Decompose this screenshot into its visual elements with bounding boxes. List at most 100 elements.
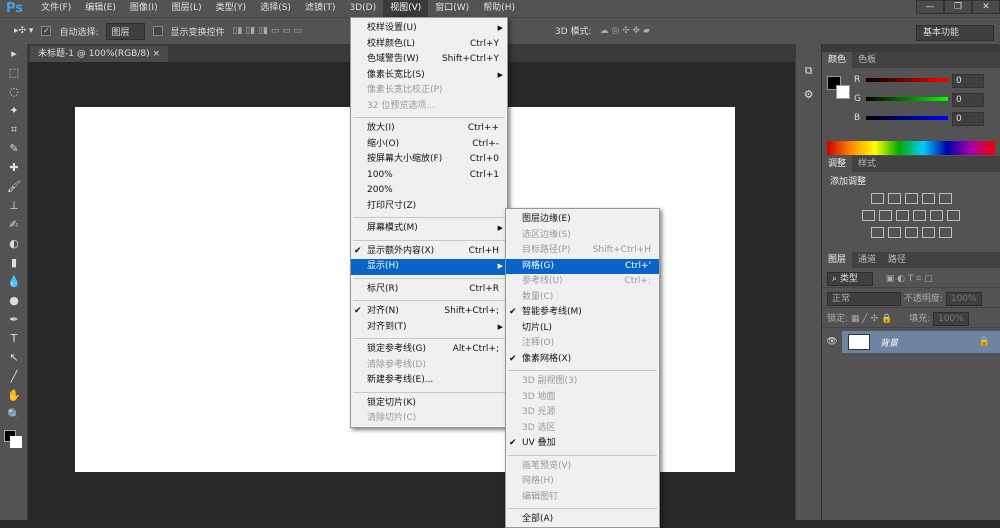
channel-slider[interactable]: [866, 116, 948, 120]
fill-input[interactable]: 100%: [932, 312, 969, 326]
menu-item[interactable]: 100% Ctrl+1: [351, 168, 507, 184]
menu-item[interactable]: ✔ UV 叠加: [506, 436, 659, 452]
menu-1[interactable]: 编辑(E): [78, 0, 123, 17]
tab-paths[interactable]: 路径: [882, 252, 912, 268]
tool-icon-8[interactable]: ⊥: [0, 196, 28, 215]
menu-item[interactable]: ✔ 像素网格(X): [506, 352, 659, 368]
tab-swatches[interactable]: 色板: [852, 52, 882, 68]
menu-item[interactable]: ✔ 智能参考线(M): [506, 305, 659, 321]
menu-item[interactable]: 按屏幕大小缩放(F) Ctrl+0: [351, 152, 507, 168]
menu-item[interactable]: 色域警告(W) Shift+Ctrl+Y: [351, 52, 507, 68]
layer-row-background[interactable]: 👁 背景 🔒: [822, 331, 1000, 353]
menu-3[interactable]: 图层(L): [165, 0, 209, 17]
tab-layers[interactable]: 图层: [822, 252, 853, 268]
menu-item[interactable]: 切片(L): [506, 321, 659, 337]
properties-icon[interactable]: ⚙: [796, 88, 821, 101]
tool-icon-15[interactable]: T: [0, 329, 28, 348]
menu-item[interactable]: ✔ 对齐(N) Shift+Ctrl+;: [351, 304, 507, 320]
menu-item[interactable]: 放大(I) Ctrl++: [351, 121, 507, 137]
history-icon[interactable]: ⧉: [796, 64, 821, 78]
menu-item[interactable]: 显示(H) ▶: [351, 259, 507, 275]
menu-item[interactable]: 屏幕模式(M) ▶: [351, 221, 507, 237]
restore-button[interactable]: ❐: [944, 0, 972, 14]
background-color-swatch[interactable]: [836, 85, 850, 99]
menu-item[interactable]: 锁定切片(K): [351, 396, 507, 412]
channel-slider[interactable]: [866, 97, 948, 101]
adjustment-icons-row1[interactable]: [830, 193, 992, 204]
menu-10[interactable]: 帮助(H): [476, 0, 522, 17]
tool-icon-17[interactable]: ╱: [0, 367, 28, 386]
workspace-dropdown[interactable]: 基本功能: [916, 25, 994, 41]
channel-slider[interactable]: [866, 78, 948, 82]
menu-item[interactable]: 3D 光源: [506, 405, 659, 421]
menu-item[interactable]: 缩小(O) Ctrl+-: [351, 137, 507, 153]
filter-icons[interactable]: ▣ ◐ T ⌗ ▢: [886, 274, 933, 284]
menu-item[interactable]: 校样颜色(L) Ctrl+Y: [351, 37, 507, 53]
menu-item[interactable]: 标尺(R) Ctrl+R: [351, 282, 507, 298]
document-tab[interactable]: 未标题-1 @ 100%(RGB/8) ×: [30, 46, 169, 62]
menu-item[interactable]: 画笔预览(V): [506, 459, 659, 475]
menu-item[interactable]: 像素长宽比校正(P): [351, 83, 507, 99]
lock-icons[interactable]: ▦ ╱ ✣ 🔒: [851, 314, 892, 324]
tab-adjustments[interactable]: 调整: [822, 156, 853, 172]
opacity-input[interactable]: 100%: [945, 292, 982, 306]
menu-item[interactable]: 数量(C): [506, 290, 659, 306]
tool-icon-2[interactable]: ◌: [0, 82, 28, 101]
menu-item[interactable]: 图层边缘(E): [506, 212, 659, 228]
menu-item[interactable]: 清除参考线(D): [351, 358, 507, 374]
menu-item[interactable]: 200%: [351, 183, 507, 199]
menu-6[interactable]: 滤镜(T): [298, 0, 343, 17]
menu-item[interactable]: 3D 副视图(3): [506, 374, 659, 390]
menu-item[interactable]: 对齐到(T) ▶: [351, 320, 507, 336]
menu-item[interactable]: 目标路径(P) Shift+Ctrl+H: [506, 243, 659, 259]
tool-icon-16[interactable]: ↖: [0, 348, 28, 367]
align-icons[interactable]: ▯▮ ▯▮ ▯▮ ▭ ▭ ▭: [233, 26, 303, 36]
adjustment-icons-row3[interactable]: [830, 227, 992, 238]
menu-item[interactable]: 选区边缘(S): [506, 228, 659, 244]
tool-icon-14[interactable]: ✒: [0, 310, 28, 329]
menu-2[interactable]: 图像(I): [123, 0, 165, 17]
menu-0[interactable]: 文件(F): [34, 0, 78, 17]
menu-4[interactable]: 类型(Y): [209, 0, 254, 17]
tool-icon-5[interactable]: ✎: [0, 139, 28, 158]
channel-value-input[interactable]: 0: [952, 74, 984, 88]
menu-item[interactable]: 像素长宽比(S) ▶: [351, 68, 507, 84]
menu-item[interactable]: 32 位预览选项...: [351, 99, 507, 115]
menu-item[interactable]: 新建参考线(E)...: [351, 373, 507, 389]
blend-mode-dropdown[interactable]: 正常: [827, 292, 902, 306]
tool-icon-1[interactable]: ⬚: [0, 63, 28, 82]
menu-item[interactable]: 3D 地面: [506, 390, 659, 406]
tool-icon-11[interactable]: ▮: [0, 253, 28, 272]
channel-value-input[interactable]: 0: [952, 93, 984, 107]
tool-icon-9[interactable]: ✍: [0, 215, 28, 234]
menu-item[interactable]: 打印尺寸(Z): [351, 199, 507, 215]
tool-icon-0[interactable]: ▸: [0, 44, 28, 63]
tool-icon-10[interactable]: ◐: [0, 234, 28, 253]
menu-item[interactable]: 校样设置(U) ▶: [351, 21, 507, 37]
tool-icon-18[interactable]: ✋: [0, 386, 28, 405]
channel-value-input[interactable]: 0: [952, 112, 984, 126]
tool-icon-13[interactable]: ●: [0, 291, 28, 310]
auto-select-dropdown[interactable]: 图层: [106, 22, 145, 40]
menu-item[interactable]: 网格(H): [506, 474, 659, 490]
menu-5[interactable]: 选择(S): [253, 0, 298, 17]
close-button[interactable]: ✕: [972, 0, 1000, 14]
tab-color[interactable]: 颜色: [822, 52, 853, 68]
color-spectrum-bar[interactable]: [827, 141, 995, 155]
menu-item[interactable]: 注释(O): [506, 336, 659, 352]
tool-icon-6[interactable]: ✚: [0, 158, 28, 177]
tab-channels[interactable]: 通道: [852, 252, 882, 268]
menu-item[interactable]: 编辑图钉: [506, 490, 659, 506]
tool-icon-19[interactable]: 🔍: [0, 405, 28, 424]
menu-item[interactable]: 网格(G) Ctrl+': [506, 258, 659, 274]
minimize-button[interactable]: —: [916, 0, 944, 14]
menu-7[interactable]: 3D(D): [342, 0, 383, 17]
tool-icon-7[interactable]: 🖌: [0, 177, 28, 196]
layer-filter-dropdown[interactable]: ⌕ 类型: [827, 272, 873, 286]
menu-9[interactable]: 窗口(W): [428, 0, 476, 17]
tab-styles[interactable]: 样式: [852, 156, 882, 172]
menu-item[interactable]: ✔ 显示额外内容(X) Ctrl+H: [351, 244, 507, 260]
adjustment-icons-row2[interactable]: [830, 210, 992, 221]
menu-8[interactable]: 视图(V): [383, 0, 429, 17]
visibility-eye-icon[interactable]: 👁: [822, 337, 842, 347]
